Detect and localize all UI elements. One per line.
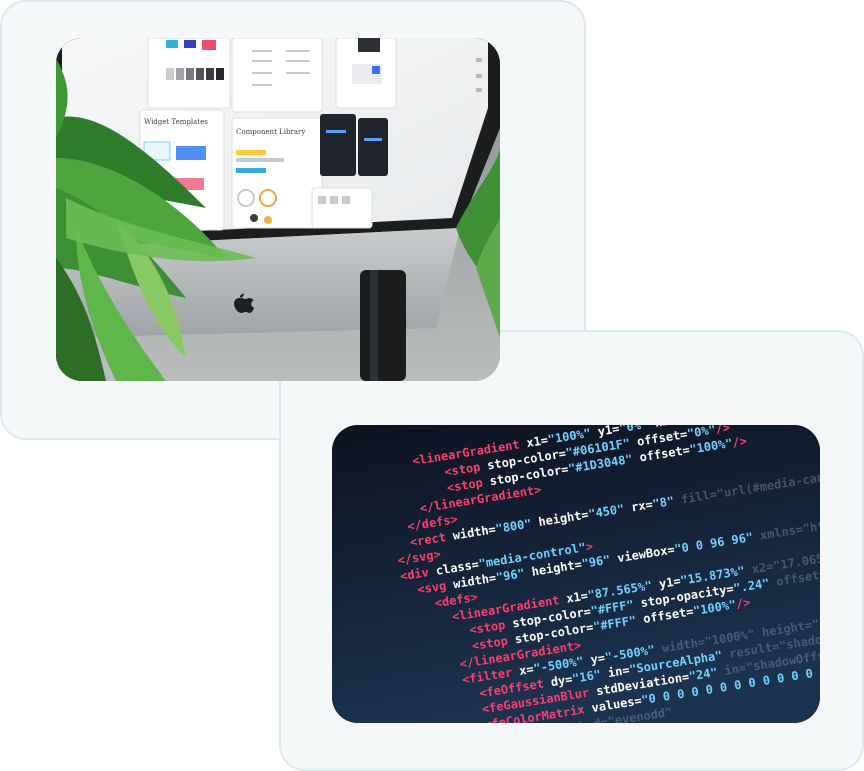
code-photo: <linearGradient x1="100%" y1="0%" x2="0%… <box>332 425 820 723</box>
monitor-photo: Widget Templates Component Library <box>56 38 500 381</box>
code-photo-illustration: <linearGradient x1="100%" y1="0%" x2="0%… <box>332 425 820 723</box>
monitor-photo-illustration: Widget Templates Component Library <box>56 38 500 381</box>
monitor-stand <box>360 270 406 381</box>
widget-templates-title: Widget Templates <box>144 118 208 126</box>
component-library-title: Component Library <box>236 128 305 136</box>
